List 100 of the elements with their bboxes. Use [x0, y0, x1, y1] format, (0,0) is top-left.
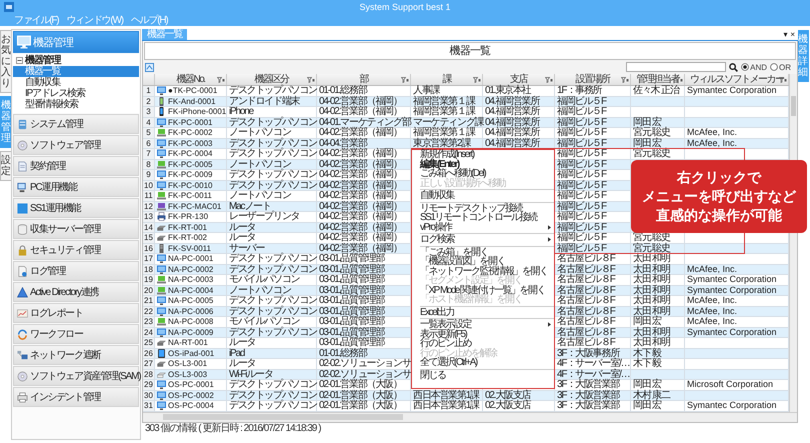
- tree-item[interactable]: 型番情報検索: [13, 99, 139, 110]
- table-cell: FK-PC-0004: [168, 149, 212, 158]
- search-field[interactable]: [626, 62, 726, 72]
- table-cell: ルータ: [227, 338, 317, 348]
- radio-button[interactable]: AND: [741, 62, 767, 72]
- laptop-icon: [157, 191, 166, 200]
- category-button[interactable]: ソフトウェア管理: [13, 135, 139, 155]
- table-cell: NA-PC-0009: [168, 328, 214, 337]
- menu-item[interactable]: 新規作成(Insert): [420, 150, 554, 160]
- pane-control[interactable]: ×: [790, 30, 795, 40]
- tree-item[interactable]: IPアドレス検索: [13, 88, 139, 99]
- table-cell: 東京営業第2課: [411, 138, 483, 148]
- category-button[interactable]: セキュリティ管理: [13, 240, 139, 260]
- menu-item[interactable]: 編集(Enter): [420, 160, 554, 169]
- filter-icon[interactable]: [473, 77, 481, 83]
- collapse-icon[interactable]: [16, 57, 23, 64]
- menu-item[interactable]: 一覧表示設定: [420, 320, 554, 330]
- menu-item[interactable]: 全て選択(Ctrl+A): [420, 358, 554, 368]
- filter-icon[interactable]: [401, 77, 409, 83]
- table-cell: FK-RT-002: [168, 233, 207, 242]
- category-button[interactable]: インシデント管理: [13, 387, 139, 407]
- callout-text: 右クリックで: [677, 168, 761, 187]
- table-cell: 3F：大阪営業部: [555, 390, 631, 400]
- category-button[interactable]: ネットワーク遮断: [13, 345, 139, 365]
- side-tab[interactable]: 設定: [0, 151, 11, 181]
- tree-item[interactable]: 自動収集: [13, 77, 139, 88]
- table-cell: 04-01.マーケティング部: [317, 118, 411, 127]
- column-header[interactable]: 支店: [483, 74, 555, 85]
- menu-item[interactable]: ログ検索: [420, 235, 554, 244]
- filter-icon[interactable]: [307, 77, 315, 83]
- menu-item[interactable]: 閉じる: [420, 370, 554, 380]
- database-icon: [17, 224, 28, 234]
- horizontal-scrollbar[interactable]: [143, 412, 797, 422]
- category-button[interactable]: ログ管理: [13, 261, 139, 281]
- laptop-icon: [157, 160, 166, 169]
- menu-item[interactable]: SS1リモートコントロール接続: [420, 213, 554, 222]
- column-header[interactable]: 課: [411, 74, 483, 85]
- menu-item[interactable]: 「ネットワーク監視情報」を開く: [420, 266, 554, 276]
- side-tab[interactable]: お気に入り: [0, 30, 11, 93]
- table-cell: FK-PC-0009: [168, 170, 212, 180]
- filter-icon[interactable]: [545, 77, 553, 83]
- category-button[interactable]: ログレポート: [13, 303, 139, 323]
- row-number: 15: [143, 233, 155, 242]
- category-button[interactable]: ソフトウェア資産管理(SAM): [13, 366, 139, 386]
- menu-item[interactable]: 行のピン止め: [420, 339, 554, 348]
- disc-icon: [17, 140, 28, 150]
- category-button[interactable]: SS1運用機能: [13, 198, 139, 218]
- column-header[interactable]: 管理担当者: [631, 74, 685, 85]
- table-cell: 宮元 聡史: [631, 128, 685, 138]
- column-header[interactable]: 設置場所: [555, 74, 631, 85]
- table-cell: NA-PC-0008: [168, 317, 214, 326]
- server-icon: [157, 244, 166, 253]
- router-icon: [157, 359, 166, 368]
- category-button[interactable]: Active Directory連携: [13, 282, 139, 302]
- menu-item[interactable]: 表示更新(F5): [420, 330, 554, 339]
- table-cell: 太田 和明: [631, 264, 685, 274]
- category-button[interactable]: システム管理: [13, 114, 139, 134]
- table-cell: モバイルパソコン: [227, 275, 317, 284]
- column-header[interactable]: 機器No.: [155, 74, 227, 85]
- filter-icon[interactable]: [621, 77, 629, 83]
- category-button[interactable]: 契約管理: [13, 156, 139, 176]
- row-number: 11: [143, 191, 155, 200]
- table-cell: FK-And-0001: [168, 96, 216, 106]
- table-cell: デスクトップパソコン: [227, 380, 317, 390]
- table-cell: 岡田 宏: [631, 118, 685, 127]
- tree-item[interactable]: 機器一覧: [13, 66, 139, 77]
- row-number: 1: [143, 86, 155, 96]
- pane-control[interactable]: ▾: [783, 30, 788, 40]
- export-icon[interactable]: [145, 62, 154, 72]
- menu-item[interactable]: リモートデスクトップ接続: [420, 204, 554, 213]
- table-cell: デスクトップパソコン: [227, 170, 317, 180]
- column-header[interactable]: 機器区分: [227, 74, 317, 85]
- category-button[interactable]: ワークフロー: [13, 324, 139, 344]
- menu-item[interactable]: vPro操作: [420, 222, 554, 232]
- table-cell: NA-PC-0004: [168, 286, 214, 295]
- menu-item[interactable]: 「機器設置図」を開く: [420, 257, 554, 266]
- menu-item[interactable]: 「ごみ箱」を開く: [420, 248, 554, 257]
- router-icon: [157, 222, 166, 232]
- tree-node[interactable]: 機器管理: [25, 55, 60, 66]
- category-button[interactable]: PC運用機能: [13, 177, 139, 197]
- menu-item[interactable]: Excel出力: [420, 308, 554, 317]
- table-cell: OS-iPad-001: [168, 348, 214, 358]
- table-cell: 02.大阪支店: [483, 401, 555, 410]
- table-cell: Macノート: [227, 202, 317, 211]
- callout-text: 直感的な操作が可能: [656, 206, 782, 225]
- table-cell: 04-04.営業部: [317, 138, 411, 148]
- column-header[interactable]: 部: [317, 74, 411, 85]
- menu-item[interactable]: 自動収集: [420, 191, 554, 200]
- search-icon[interactable]: [729, 62, 738, 72]
- menu-item[interactable]: ごみ箱へ移動(Del): [420, 169, 554, 178]
- table-cell: デスクトップパソコン: [227, 264, 317, 274]
- category-button[interactable]: 収集サーバー管理: [13, 219, 139, 239]
- table-cell: デスクトップパソコン: [227, 296, 317, 306]
- table-cell: FK-PC-0005: [168, 160, 212, 169]
- radio-button[interactable]: OR: [770, 62, 791, 72]
- menu-item[interactable]: 「XP Mode 関連付け一覧」を開く: [420, 286, 554, 295]
- table-cell: デスクトップパソコン: [227, 118, 317, 127]
- table-cell: 木下 毅: [631, 348, 685, 358]
- filter-icon[interactable]: [217, 77, 225, 83]
- table-cell: NA-PC-0005: [168, 296, 214, 306]
